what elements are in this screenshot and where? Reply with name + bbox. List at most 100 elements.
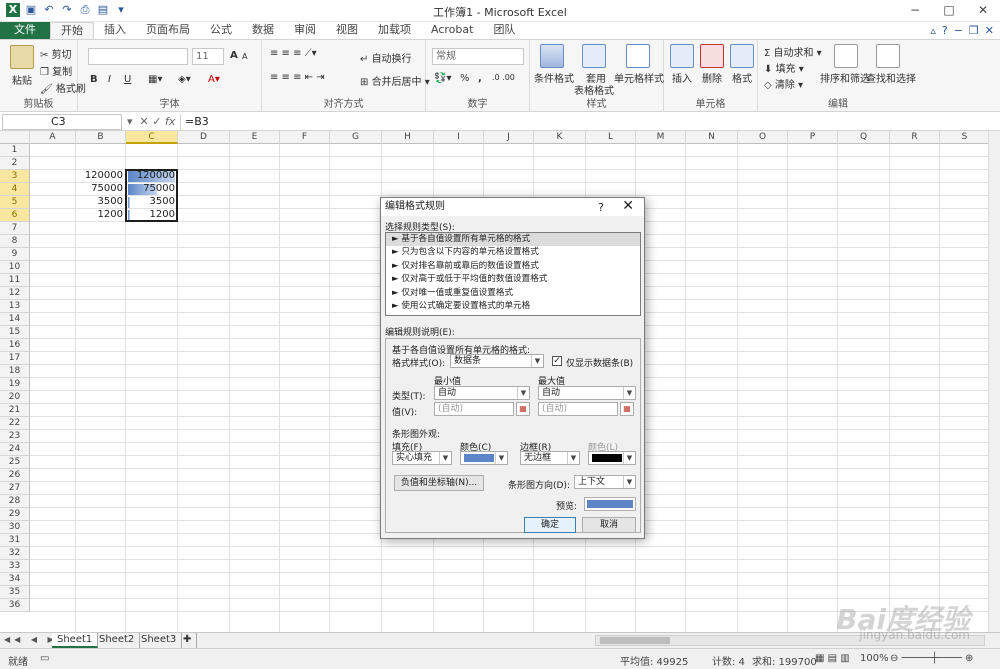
column-header-s[interactable]: S — [940, 131, 988, 144]
cell-b4[interactable]: 75000 — [76, 183, 126, 196]
rule-type-item[interactable]: ► 仅对唯一值或重复值设置格式 — [386, 287, 640, 300]
select-all-corner[interactable] — [0, 131, 30, 144]
row-header-21[interactable]: 21 — [0, 404, 30, 417]
max-type-dropdown[interactable]: 自动 ▼ — [538, 386, 636, 400]
tab-data[interactable]: 数据 — [242, 22, 284, 39]
doc-close-icon[interactable]: ✕ — [985, 24, 994, 37]
fill-color-icon[interactable]: ◈▾ — [178, 74, 191, 85]
column-header-g[interactable]: G — [330, 131, 382, 144]
number-format-combo[interactable]: 常规 — [432, 48, 524, 65]
column-header-r[interactable]: R — [890, 131, 940, 144]
cell-b5[interactable]: 3500 — [76, 196, 126, 209]
tab-file[interactable]: 文件 — [0, 22, 50, 39]
cell-b3[interactable]: 120000 — [76, 170, 126, 183]
sheet-tab-3[interactable]: Sheet3 — [136, 633, 183, 648]
new-sheet-icon[interactable]: ✚ — [178, 633, 198, 648]
insert-cells-button[interactable]: 插入 — [672, 70, 692, 85]
format-cells-button[interactable]: 格式 — [732, 70, 752, 85]
column-header-o[interactable]: O — [738, 131, 788, 144]
row-header-9[interactable]: 9 — [0, 248, 30, 261]
tab-acrobat[interactable]: Acrobat — [421, 22, 483, 39]
row-header-32[interactable]: 32 — [0, 547, 30, 560]
row-header-10[interactable]: 10 — [0, 261, 30, 274]
rule-type-item[interactable]: ► 使用公式确定要设置格式的单元格 — [386, 300, 640, 313]
close-icon[interactable]: ✕ — [966, 0, 1000, 22]
grow-font-button[interactable]: A — [230, 50, 238, 61]
fx-icon[interactable]: ▾ ✕ ✓ fx — [127, 115, 175, 128]
row-header-34[interactable]: 34 — [0, 573, 30, 586]
row-header-11[interactable]: 11 — [0, 274, 30, 287]
cell-styles-button[interactable]: 单元格样式 — [614, 70, 664, 85]
format-style-dropdown[interactable]: 数据条 ▼ — [450, 354, 544, 368]
row-header-1[interactable]: 1 — [0, 144, 30, 157]
zoom-level[interactable]: 100% — [860, 653, 889, 664]
min-value-input[interactable]: (自动) — [434, 402, 514, 416]
row-header-22[interactable]: 22 — [0, 417, 30, 430]
column-header-l[interactable]: L — [586, 131, 636, 144]
row-header-20[interactable]: 20 — [0, 391, 30, 404]
row-header-12[interactable]: 12 — [0, 287, 30, 300]
rule-type-list[interactable]: ► 基于各自值设置所有单元格的格式 ► 只为包含以下内容的单元格设置格式 ► 仅… — [385, 232, 641, 316]
row-header-5[interactable]: 5 — [0, 196, 30, 209]
sort-filter-icon[interactable] — [834, 44, 858, 68]
bold-button[interactable]: B — [90, 74, 98, 85]
show-bar-only-checkbox[interactable]: ✓ — [552, 356, 562, 366]
sort-filter-button[interactable]: 排序和筛选 — [820, 70, 870, 85]
row-header-26[interactable]: 26 — [0, 469, 30, 482]
tab-team[interactable]: 团队 — [483, 22, 525, 39]
copy-button[interactable]: ❐ 复制 — [40, 63, 72, 78]
ribbon-collapse-icon[interactable]: ▵ — [930, 24, 936, 37]
column-header-b[interactable]: B — [76, 131, 126, 144]
rule-type-item[interactable]: ► 只为包含以下内容的单元格设置格式 — [386, 246, 640, 259]
macro-record-icon[interactable]: ▭ — [40, 653, 49, 664]
row-header-2[interactable]: 2 — [0, 157, 30, 170]
column-header-f[interactable]: F — [280, 131, 330, 144]
underline-button[interactable]: U — [124, 74, 131, 85]
column-header-c[interactable]: C — [126, 131, 178, 144]
rule-type-item[interactable]: ► 仅对排名靠前或靠后的数值设置格式 — [386, 260, 640, 273]
range-picker-icon[interactable]: ▦ — [516, 402, 530, 416]
row-header-35[interactable]: 35 — [0, 586, 30, 599]
align-horizontal-icons[interactable]: ≡ ≡ ≡ ⇤ ⇥ — [270, 72, 325, 83]
border-type-dropdown[interactable]: 无边框 ▼ — [520, 451, 580, 465]
tab-view[interactable]: 视图 — [326, 22, 368, 39]
row-header-8[interactable]: 8 — [0, 235, 30, 248]
comma-button[interactable]: , — [478, 73, 482, 84]
row-header-3[interactable]: 3 — [0, 170, 30, 183]
range-picker-icon[interactable]: ▦ — [620, 402, 634, 416]
doc-minimize-icon[interactable]: − — [954, 24, 963, 37]
align-top-icons[interactable]: ≡ ≡ ≡ ⟋▾ — [270, 48, 317, 59]
column-header-e[interactable]: E — [230, 131, 280, 144]
tab-home[interactable]: 开始 — [50, 22, 94, 39]
column-header-j[interactable]: J — [484, 131, 534, 144]
cut-button[interactable]: ✂ 剪切 — [40, 46, 72, 61]
help-icon[interactable]: ? — [942, 24, 948, 37]
paste-button[interactable]: 粘贴 — [12, 72, 32, 87]
zoom-slider[interactable]: ⊖ ─────┼──── ⊕ — [890, 653, 973, 664]
column-header-a[interactable]: A — [30, 131, 76, 144]
doc-restore-icon[interactable]: ❐ — [969, 24, 979, 37]
row-header-27[interactable]: 27 — [0, 482, 30, 495]
delete-cells-button[interactable]: 删除 — [702, 70, 722, 85]
min-type-dropdown[interactable]: 自动 ▼ — [434, 386, 530, 400]
paste-icon[interactable] — [10, 45, 34, 69]
tab-page-layout[interactable]: 页面布局 — [136, 22, 200, 39]
maximize-icon[interactable]: □ — [932, 0, 966, 22]
border-color-picker[interactable]: ▼ — [588, 451, 636, 465]
ok-button[interactable]: 确定 — [524, 517, 576, 533]
column-header-i[interactable]: I — [434, 131, 484, 144]
tab-addins[interactable]: 加载项 — [368, 22, 421, 39]
column-header-h[interactable]: H — [382, 131, 434, 144]
tab-formulas[interactable]: 公式 — [200, 22, 242, 39]
find-select-icon[interactable] — [876, 44, 900, 68]
fill-color-picker[interactable]: ▼ — [460, 451, 508, 465]
cell-styles-icon[interactable] — [626, 44, 650, 68]
row-header-28[interactable]: 28 — [0, 495, 30, 508]
row-header-29[interactable]: 29 — [0, 508, 30, 521]
name-box[interactable]: C3 — [2, 114, 122, 130]
conditional-format-button[interactable]: 条件格式 — [534, 70, 574, 85]
insert-cells-icon[interactable] — [670, 44, 694, 68]
find-select-button[interactable]: 查找和选择 — [866, 70, 916, 85]
row-header-7[interactable]: 7 — [0, 222, 30, 235]
tab-insert[interactable]: 插入 — [94, 22, 136, 39]
